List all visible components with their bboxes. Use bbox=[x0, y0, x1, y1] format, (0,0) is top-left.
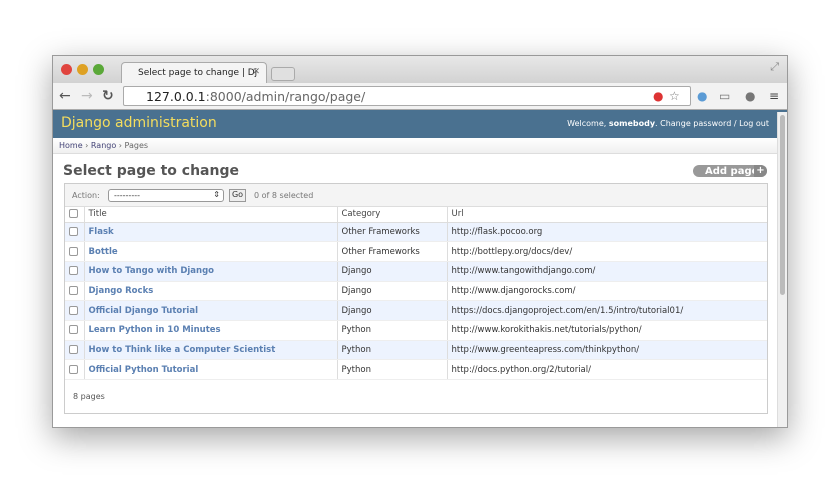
page-url: http://www.tangowithdjango.com/ bbox=[446, 261, 767, 282]
page-url: http://www.greenteapress.com/thinkpython… bbox=[446, 340, 767, 361]
plus-icon: + bbox=[754, 165, 767, 177]
logout-link[interactable]: Log out bbox=[739, 119, 769, 128]
reload-icon[interactable]: ↻ bbox=[102, 88, 114, 104]
page-title-link[interactable]: How to Tango with Django bbox=[83, 261, 337, 282]
row-checkbox[interactable] bbox=[69, 285, 78, 295]
page-title-link[interactable]: Bottle bbox=[83, 241, 337, 262]
separator: / bbox=[731, 119, 740, 128]
menu-icon[interactable]: ≡ bbox=[769, 89, 779, 103]
results-table: Title Category Url Flask Other Framework… bbox=[65, 207, 767, 380]
minimize-window-button[interactable] bbox=[77, 64, 88, 75]
page-title-link[interactable]: Learn Python in 10 Minutes bbox=[83, 320, 337, 341]
browser-window: Select page to change | Dj ✕ ⤢ ← → ↻ 127.… bbox=[52, 55, 788, 428]
table-row: Learn Python in 10 Minutes Python http:/… bbox=[65, 320, 767, 341]
select-all-checkbox[interactable] bbox=[69, 209, 78, 219]
page-title-link[interactable]: Flask bbox=[83, 222, 337, 243]
breadcrumb-pages: Pages bbox=[124, 141, 149, 150]
page-url: http://docs.python.org/2/tutorial/ bbox=[446, 359, 767, 380]
table-row: Official Django Tutorial Django https://… bbox=[65, 300, 767, 321]
bookmark-star-icon[interactable]: ☆ bbox=[669, 89, 680, 103]
selection-count: 0 of 8 selected bbox=[254, 191, 314, 200]
scrollbar[interactable] bbox=[777, 112, 787, 427]
new-tab-button[interactable] bbox=[271, 67, 295, 81]
column-category[interactable]: Category bbox=[336, 207, 447, 223]
page-title-link[interactable]: Django Rocks bbox=[83, 281, 337, 302]
back-icon[interactable]: ← bbox=[59, 88, 71, 104]
select-arrows-icon: ⇕ bbox=[213, 190, 220, 199]
table-row: How to Tango with Django Django http://w… bbox=[65, 261, 767, 282]
row-checkbox[interactable] bbox=[69, 305, 78, 315]
page-category: Django bbox=[336, 281, 447, 302]
url-path: :8000/admin/rango/page/ bbox=[205, 89, 366, 104]
close-window-button[interactable] bbox=[61, 64, 72, 75]
page-category: Other Frameworks bbox=[336, 241, 447, 262]
extension-icon[interactable]: ● bbox=[697, 89, 707, 103]
close-tab-icon[interactable]: ✕ bbox=[252, 67, 260, 77]
column-url[interactable]: Url bbox=[446, 207, 767, 223]
table-row: Official Python Tutorial Python http://d… bbox=[65, 359, 767, 380]
address-bar[interactable]: 127.0.0.1:8000/admin/rango/page/ bbox=[123, 86, 691, 106]
site-brand[interactable]: Django administration bbox=[61, 115, 217, 131]
page-title-link[interactable]: Official Django Tutorial bbox=[83, 300, 337, 321]
row-checkbox[interactable] bbox=[69, 246, 78, 256]
row-checkbox[interactable] bbox=[69, 325, 78, 335]
forward-icon[interactable]: → bbox=[81, 88, 93, 104]
url-host: 127.0.0.1 bbox=[146, 89, 206, 104]
table-row: Bottle Other Frameworks http://bottlepy.… bbox=[65, 241, 767, 262]
browser-tab[interactable]: Select page to change | Dj ✕ bbox=[121, 62, 267, 83]
page-category: Python bbox=[336, 359, 447, 380]
page-url: http://bottlepy.org/docs/dev/ bbox=[446, 241, 767, 262]
page-url: https://docs.djangoproject.com/en/1.5/in… bbox=[446, 300, 767, 321]
page-url: http://www.korokithakis.net/tutorials/py… bbox=[446, 320, 767, 341]
breadcrumb-rango[interactable]: Rango bbox=[91, 141, 116, 150]
row-checkbox[interactable] bbox=[69, 344, 78, 354]
page-category: Django bbox=[336, 261, 447, 282]
welcome-text: Welcome, bbox=[567, 119, 609, 128]
page-title-link[interactable]: How to Think like a Computer Scientist bbox=[83, 340, 337, 361]
page-category: Python bbox=[336, 340, 447, 361]
breadcrumb-home[interactable]: Home bbox=[59, 141, 83, 150]
page-url: http://flask.pocoo.org bbox=[446, 222, 767, 243]
change-password-link[interactable]: Change password bbox=[660, 119, 731, 128]
result-count: 8 pages bbox=[73, 392, 105, 401]
page-category: Django bbox=[336, 300, 447, 321]
page-title: Select page to change bbox=[63, 163, 239, 179]
add-page-label: Add page bbox=[705, 166, 759, 177]
action-select[interactable]: --------- ⇕ bbox=[108, 189, 224, 202]
page-title-link[interactable]: Official Python Tutorial bbox=[83, 359, 337, 380]
page-category: Other Frameworks bbox=[336, 222, 447, 243]
admin-header: Django administration Welcome, somebody.… bbox=[53, 110, 787, 138]
screenshot-extension-icon[interactable]: ▭ bbox=[719, 89, 730, 103]
tab-title: Select page to change | Dj bbox=[138, 68, 258, 78]
page-category: Python bbox=[336, 320, 447, 341]
row-checkbox[interactable] bbox=[69, 266, 78, 276]
browser-toolbar: ← → ↻ 127.0.0.1:8000/admin/rango/page/ ●… bbox=[53, 83, 787, 110]
table-row: Django Rocks Django http://www.djangoroc… bbox=[65, 281, 767, 302]
breadcrumb: Home › Rango › Pages bbox=[53, 138, 787, 154]
column-title[interactable]: Title bbox=[83, 207, 337, 223]
go-button[interactable]: Go bbox=[229, 189, 246, 202]
table-row: Flask Other Frameworks http://flask.poco… bbox=[65, 222, 767, 243]
adblock-icon[interactable]: ● bbox=[653, 89, 663, 103]
actions-bar: Action: --------- ⇕ Go 0 of 8 selected bbox=[65, 184, 767, 207]
page-url: http://www.djangorocks.com/ bbox=[446, 281, 767, 302]
changelist: Action: --------- ⇕ Go 0 of 8 selected Ti… bbox=[64, 183, 768, 414]
location-extension-icon[interactable]: ● bbox=[745, 89, 755, 103]
action-selected-value: --------- bbox=[114, 191, 140, 200]
add-page-button[interactable]: Add page + bbox=[693, 165, 767, 177]
username: somebody bbox=[608, 119, 656, 128]
fullscreen-icon[interactable]: ⤢ bbox=[770, 60, 779, 74]
action-label: Action: bbox=[72, 191, 100, 200]
user-tools: Welcome, somebody. Change password / Log… bbox=[567, 119, 769, 128]
table-row: How to Think like a Computer Scientist P… bbox=[65, 340, 767, 361]
scrollbar-thumb[interactable] bbox=[780, 115, 785, 295]
row-checkbox[interactable] bbox=[69, 226, 78, 236]
tab-bar: Select page to change | Dj ✕ ⤢ bbox=[53, 56, 787, 83]
zoom-window-button[interactable] bbox=[93, 64, 104, 75]
row-checkbox[interactable] bbox=[69, 364, 78, 374]
